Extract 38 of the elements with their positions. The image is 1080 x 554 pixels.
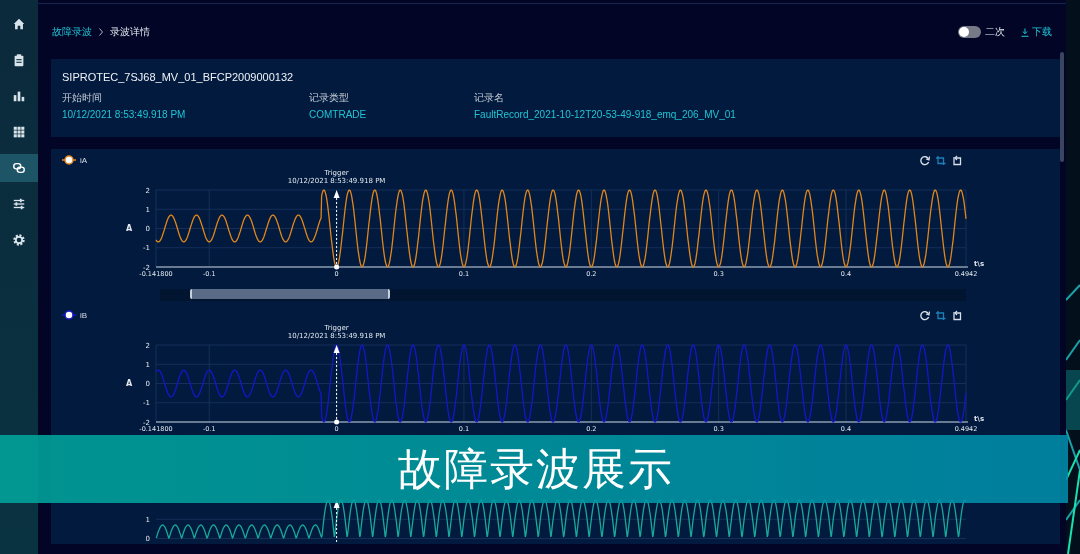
- bar-chart-icon: [12, 89, 26, 103]
- settings-icon: [12, 233, 26, 247]
- refresh-icon[interactable]: [919, 154, 930, 166]
- link-icon: [12, 161, 26, 175]
- field-value: FaultRecord_2021-10-12T20-53-49-918_emq_206_MV_01: [474, 109, 737, 120]
- field-label: 记录类型: [309, 91, 350, 105]
- toggle-switch[interactable]: [958, 26, 981, 38]
- legend-label: iB: [80, 310, 88, 320]
- record-title: SIPROTEC_7SJ68_MV_01_BFCP2009000132: [62, 71, 295, 83]
- crop-icon[interactable]: [935, 154, 946, 166]
- zoom-scrollbar[interactable]: [160, 289, 966, 301]
- home-icon: [12, 17, 26, 31]
- breadcrumb-current: 录波详情: [110, 25, 150, 39]
- y-axis-unit: A: [126, 379, 133, 388]
- trigger-marker: [333, 500, 340, 544]
- refresh-icon[interactable]: [919, 309, 930, 321]
- chevron-icon: [98, 28, 104, 36]
- field-value: 10/12/2021 8:53:49.918 PM: [62, 109, 187, 120]
- y-axis-unit: A: [126, 224, 133, 233]
- crop-undo-icon[interactable]: [951, 154, 962, 166]
- field-label: 开始时间: [62, 91, 103, 105]
- field-label: 记录名: [474, 91, 505, 105]
- field-value: COMTRADE: [309, 109, 368, 120]
- clipboard-icon: [12, 53, 26, 67]
- download-link[interactable]: 下载: [1021, 25, 1052, 39]
- grid-icon: [12, 125, 26, 139]
- sidebar-item[interactable]: [0, 154, 38, 182]
- crop-undo-icon[interactable]: [951, 309, 962, 321]
- legend-marker-icon: [62, 310, 76, 320]
- download-icon: [1021, 27, 1029, 37]
- crop-icon[interactable]: [935, 309, 946, 321]
- sliders-icon: [12, 197, 26, 211]
- toggle-label: 二次: [985, 25, 1005, 39]
- scrollbar-thumb[interactable]: [1060, 52, 1064, 162]
- breadcrumb-link[interactable]: 故障录波: [52, 25, 92, 39]
- caption-text: 故障录波展示: [397, 441, 674, 496]
- legend-label: iA: [80, 155, 88, 165]
- legend-marker-icon: [62, 155, 76, 165]
